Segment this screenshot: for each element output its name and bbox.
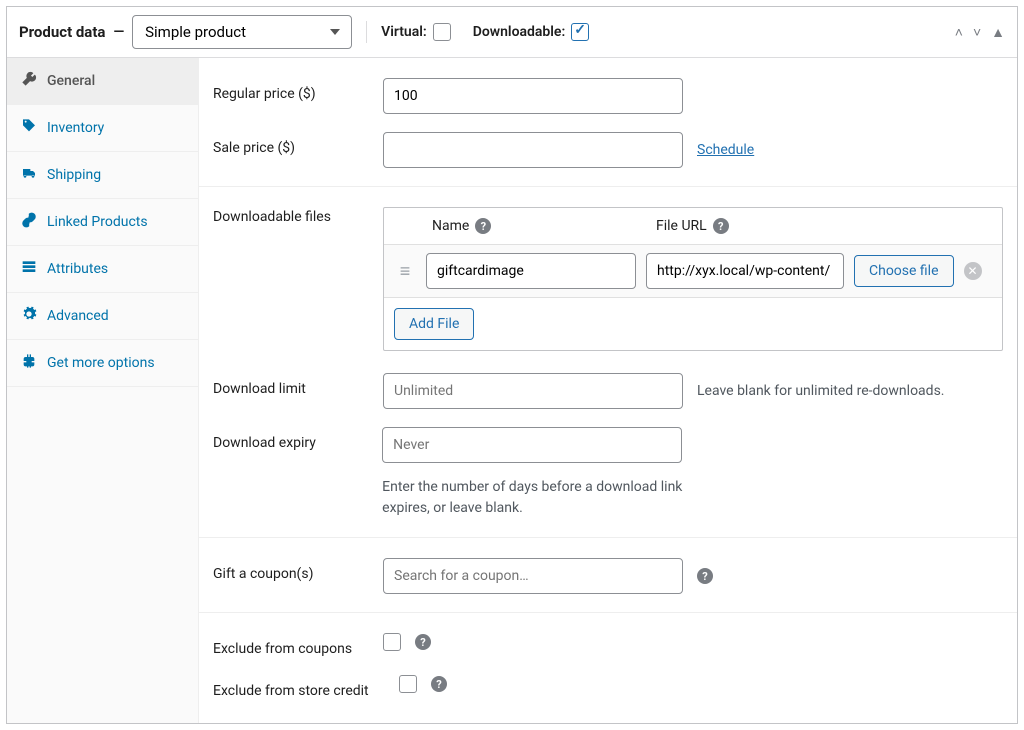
title-dash: — <box>113 24 124 40</box>
download-expiry-label: Download expiry <box>213 427 382 451</box>
collapse-icon[interactable]: ▲ <box>991 24 1005 41</box>
download-expiry-row: Download expiry Enter the number of days… <box>213 427 1003 519</box>
drag-handle-icon[interactable]: ≡ <box>394 261 416 282</box>
product-data-panel: Product data — Simple product Virtual: D… <box>6 6 1018 724</box>
tab-label: Inventory <box>47 120 104 136</box>
header-actions: ˄ ˅ ▲ <box>955 24 1005 41</box>
help-icon[interactable]: ? <box>697 568 713 584</box>
regular-price-input[interactable] <box>383 78 683 114</box>
section-divider <box>199 186 1017 187</box>
virtual-option: Virtual: <box>381 23 451 41</box>
downloadable-option: Downloadable: <box>473 23 590 41</box>
link-icon <box>21 212 37 232</box>
tab-label: Get more options <box>47 355 155 371</box>
downloadable-checkbox[interactable] <box>571 23 589 41</box>
move-up-icon[interactable]: ˄ <box>955 24 963 41</box>
tab-general[interactable]: General <box>7 58 198 105</box>
regular-price-row: Regular price ($) <box>213 78 1003 114</box>
divider <box>366 21 367 43</box>
download-limit-hint: Leave blank for unlimited re-downloads. <box>697 381 944 402</box>
gift-coupon-row: Gift a coupon(s) ? <box>213 558 1003 594</box>
download-limit-label: Download limit <box>213 373 383 397</box>
download-expiry-hint: Enter the number of days before a downlo… <box>382 477 692 519</box>
tab-label: Attributes <box>47 261 108 277</box>
tab-label: Linked Products <box>47 214 148 230</box>
plugin-icon <box>21 353 37 373</box>
exclude-store-credit-label: Exclude from store credit <box>213 675 399 699</box>
tab-attributes[interactable]: Attributes <box>7 246 198 293</box>
tabs-sidebar: General Inventory Shipping Linked Produc… <box>7 58 199 723</box>
tag-icon <box>21 118 37 138</box>
product-type-select-wrap: Simple product <box>132 15 352 49</box>
tab-label: Shipping <box>47 167 101 183</box>
schedule-link[interactable]: Schedule <box>697 142 754 158</box>
table-footer: Add File <box>384 297 1002 350</box>
sale-price-label: Sale price ($) <box>213 132 383 156</box>
gear-icon <box>21 306 37 326</box>
tab-content: Regular price ($) Sale price ($) Schedul… <box>199 58 1017 723</box>
download-limit-row: Download limit Leave blank for unlimited… <box>213 373 1003 409</box>
add-file-button[interactable]: Add File <box>394 308 474 340</box>
tab-inventory[interactable]: Inventory <box>7 105 198 152</box>
downloadable-label: Downloadable: <box>473 24 566 40</box>
section-divider <box>199 537 1017 538</box>
file-row: ≡ Choose file ✕ <box>384 244 1002 297</box>
file-url-input[interactable] <box>646 253 844 289</box>
help-icon[interactable]: ? <box>713 218 729 234</box>
gift-coupon-input[interactable] <box>383 558 683 594</box>
panel-header: Product data — Simple product Virtual: D… <box>7 7 1017 58</box>
panel-title: Product data <box>19 23 105 41</box>
help-icon[interactable]: ? <box>431 676 447 692</box>
downloadable-files-table: Name ? File URL ? ≡ Choose file ✕ <box>383 207 1003 351</box>
sale-price-input[interactable] <box>383 132 683 168</box>
file-name-input[interactable] <box>426 253 636 289</box>
delete-file-icon[interactable]: ✕ <box>964 262 982 280</box>
list-icon <box>21 259 37 279</box>
product-type-select[interactable]: Simple product <box>132 15 352 49</box>
panel-body: General Inventory Shipping Linked Produc… <box>7 58 1017 723</box>
choose-file-button[interactable]: Choose file <box>854 255 954 287</box>
col-name-header: Name ? <box>432 218 642 234</box>
move-down-icon[interactable]: ˅ <box>973 24 981 41</box>
table-header: Name ? File URL ? <box>384 208 1002 244</box>
exclude-coupons-row: Exclude from coupons ? <box>213 633 1003 657</box>
col-url-header: File URL ? <box>656 218 990 234</box>
download-limit-input[interactable] <box>383 373 683 409</box>
section-divider <box>199 612 1017 613</box>
virtual-checkbox[interactable] <box>433 23 451 41</box>
exclude-coupons-label: Exclude from coupons <box>213 633 383 657</box>
exclude-store-credit-row: Exclude from store credit ? <box>213 675 1003 699</box>
downloadable-files-row: Downloadable files Name ? File URL ? <box>213 207 1003 351</box>
help-icon[interactable]: ? <box>475 218 491 234</box>
virtual-label: Virtual: <box>381 24 427 40</box>
gift-coupon-label: Gift a coupon(s) <box>213 558 383 582</box>
tab-linked-products[interactable]: Linked Products <box>7 199 198 246</box>
tab-shipping[interactable]: Shipping <box>7 152 198 199</box>
downloadable-files-label: Downloadable files <box>213 207 383 225</box>
exclude-coupons-checkbox[interactable] <box>383 633 401 651</box>
tab-advanced[interactable]: Advanced <box>7 293 198 340</box>
truck-icon <box>21 165 37 185</box>
tab-label: General <box>47 73 95 89</box>
tab-label: Advanced <box>47 308 109 324</box>
tab-get-more-options[interactable]: Get more options <box>7 340 198 387</box>
regular-price-label: Regular price ($) <box>213 78 383 102</box>
download-expiry-input[interactable] <box>382 427 682 463</box>
wrench-icon <box>21 71 37 91</box>
exclude-store-credit-checkbox[interactable] <box>399 675 417 693</box>
sale-price-row: Sale price ($) Schedule <box>213 132 1003 168</box>
